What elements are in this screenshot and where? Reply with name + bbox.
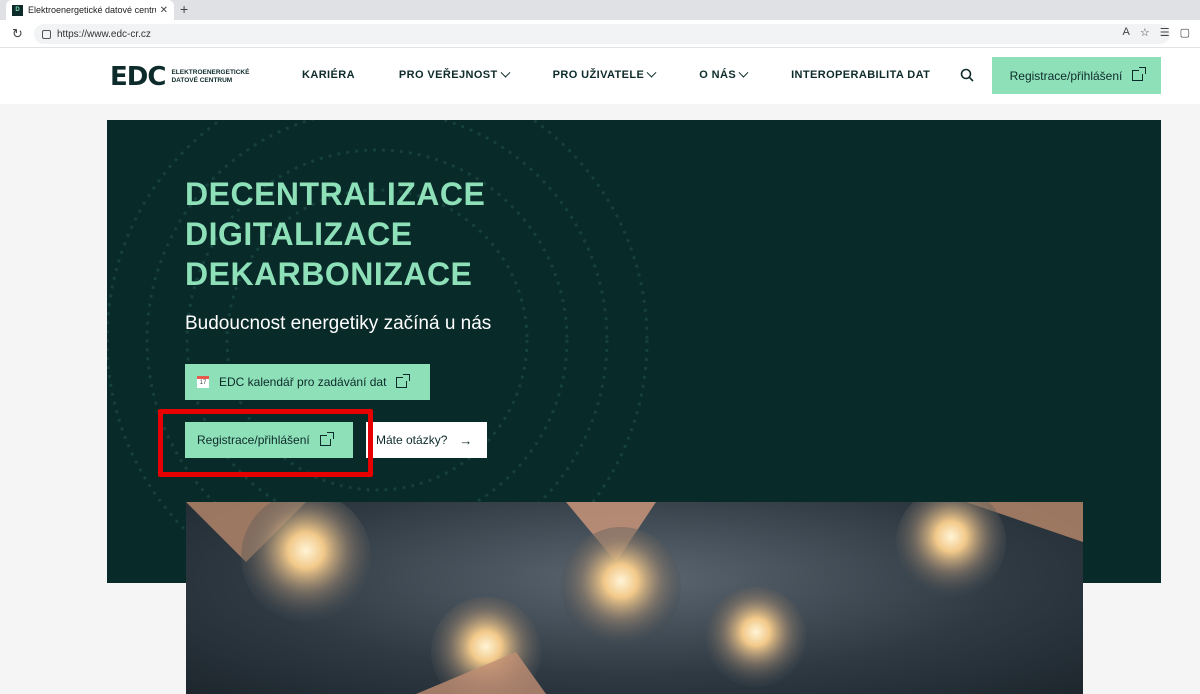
arrow-right-icon: → [459, 432, 473, 448]
logo-text: ELEKTROENERGETICKÉ DATOVÉ CENTRUM [171, 69, 250, 84]
main-nav: KARIÉRA PRO VEŘEJNOST PRO UŽIVATELE O NÁ… [302, 67, 930, 81]
collections-icon[interactable]: ▢ [1180, 26, 1190, 39]
new-tab-icon[interactable]: + [180, 1, 188, 17]
headline-line: DEKARBONIZACE [185, 256, 473, 292]
hero-subline: Budoucnost energetiky začíná u nás [185, 313, 492, 334]
hero-headline: DECENTRALIZACE DIGITALIZACE DEKARBONIZAC… [185, 174, 485, 294]
calendar-button-label: EDC kalendář pro zadávání dat [219, 375, 387, 389]
chevron-down-icon [646, 67, 657, 78]
nav-label: KARIÉRA [302, 69, 355, 81]
site-favicon-icon: D [12, 4, 23, 16]
favorites-icon[interactable]: ☰ [1160, 26, 1170, 39]
nav-label: PRO VEŘEJNOST [398, 69, 498, 81]
nav-label: INTEROPERABILITA DAT [791, 69, 931, 81]
light-bulbs-image [186, 502, 1083, 694]
chevron-down-icon [500, 67, 511, 78]
address-bar: ↻ https://www.edc-cr.cz A ☆ ☰ ▢ [0, 20, 1200, 48]
nav-item-o-nas[interactable]: O NÁS [699, 67, 749, 81]
header-register-login-button[interactable]: Registrace/přihlášení [992, 57, 1161, 94]
chevron-down-icon [738, 67, 749, 78]
browser-tab[interactable]: D Elektroenergetické datové centrum ✕ [6, 0, 174, 20]
read-aloud-icon[interactable]: A [1123, 26, 1130, 39]
nav-label: PRO UŽIVATELE [552, 69, 645, 81]
nav-item-kariera[interactable]: KARIÉRA [302, 69, 355, 81]
close-tab-icon[interactable]: ✕ [160, 5, 168, 16]
logo-mark: EDC [110, 62, 166, 92]
hero-photo-light-bulbs [186, 502, 1083, 694]
headline-line: DIGITALIZACE [185, 216, 413, 252]
nav-item-pro-verejnost[interactable]: PRO VEŘEJNOST [398, 67, 511, 81]
browser-tab-bar: D Elektroenergetické datové centrum ✕ + [0, 0, 1200, 20]
nav-item-interoperabilita-dat[interactable]: INTEROPERABILITA DAT [791, 69, 930, 81]
edc-calendar-button[interactable]: 17 EDC kalendář pro zadávání dat [185, 364, 430, 400]
headline-line: DECENTRALIZACE [185, 176, 486, 212]
annotation-highlight-box [158, 409, 373, 477]
favorite-star-icon[interactable]: ☆ [1140, 26, 1150, 39]
nav-item-pro-uzivatele[interactable]: PRO UŽIVATELE [552, 67, 657, 81]
site-logo[interactable]: EDC ELEKTROENERGETICKÉ DATOVÉ CENTRUM [110, 62, 261, 92]
questions-button[interactable]: Máte otázky? → [366, 422, 487, 458]
questions-button-label: Máte otázky? [376, 433, 448, 447]
lock-icon [42, 29, 51, 39]
url-field[interactable]: https://www.edc-cr.cz [34, 24, 1170, 44]
reload-icon[interactable]: ↻ [12, 26, 23, 42]
external-link-icon [1132, 67, 1147, 81]
address-bar-icons: A ☆ ☰ ▢ [1123, 26, 1191, 39]
site-header: EDC ELEKTROENERGETICKÉ DATOVÉ CENTRUM KA… [0, 48, 1200, 104]
search-icon[interactable] [960, 68, 974, 82]
external-link-icon [396, 373, 411, 388]
calendar-icon: 17 [197, 376, 209, 388]
header-cta-label: Registrace/přihlášení [1009, 68, 1123, 83]
url-text: https://www.edc-cr.cz [57, 28, 151, 40]
tab-title: Elektroenergetické datové centrum [28, 5, 156, 15]
nav-label: O NÁS [699, 69, 737, 81]
